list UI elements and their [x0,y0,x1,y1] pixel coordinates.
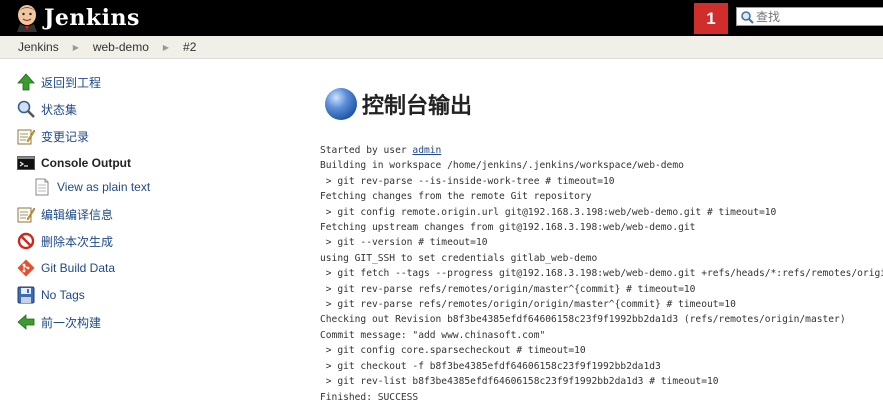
jenkins-logo[interactable]: Jenkins [14,3,140,33]
sidebar-item-no-tags[interactable]: No Tags [17,283,85,307]
console-line: Fetching changes from the remote Git rep… [320,191,592,203]
console-line: Checking out Revision b8f3be4385efdf6460… [320,314,846,326]
console-line: > git rev-parse refs/remotes/origin/mast… [320,283,696,295]
user-link-admin[interactable]: admin [412,145,441,156]
save-icon [17,286,35,304]
console-line: > git rev-list b8f3be4385efdf64606158c23… [320,376,719,388]
terminal-icon [17,154,35,172]
sidebar-item-delete-build[interactable]: 删除本次生成 [17,229,113,253]
git-icon [17,259,35,277]
sidebar-item-previous-build[interactable]: 前一次构建 [17,310,101,334]
sidebar-item-label[interactable]: 变更记录 [41,128,89,145]
console-line: > git checkout -f b8f3be4385efdf64606158… [320,360,661,372]
breadcrumb-build[interactable]: #2 [183,40,196,54]
console-line: Building in workspace /home/jenkins/.jen… [320,160,684,172]
sidebar-item-label[interactable]: Console Output [41,156,131,170]
breadcrumb-separator-icon: ▶ [162,42,170,52]
app-name: Jenkins [44,5,140,31]
notepad-icon [17,127,35,145]
top-header: Jenkins 1 [0,0,883,36]
sidebar-item-status[interactable]: 状态集 [17,97,77,121]
sidebar-item-label[interactable]: 前一次构建 [41,314,101,331]
console-line: Commit message: "add www.chinasoft.com" [320,329,546,341]
console-line: > git rev-parse refs/remotes/origin/orig… [320,299,736,311]
sidebar-item-edit-build-info[interactable]: 编辑编译信息 [17,202,113,226]
search-box [736,7,883,26]
sidebar-item-back-to-project[interactable]: 返回到工程 [17,70,101,94]
console-line: > git rev-parse --is-inside-work-tree # … [320,175,615,187]
console-line: using GIT_SSH to set credentials gitlab_… [320,252,598,264]
sidebar-item-label[interactable]: 状态集 [41,101,77,118]
document-icon [33,178,51,196]
console-line: > git fetch --tags --progress git@192.16… [320,268,883,280]
sidebar-item-label[interactable]: View as plain text [57,180,150,194]
page-title-block: 控制台输出 [325,88,472,120]
console-output: Started by user admin Building in workspa… [320,143,883,405]
sidebar-item-git-build-data[interactable]: Git Build Data [17,256,115,280]
page-title: 控制台输出 [362,94,473,119]
notification-badge[interactable]: 1 [694,3,728,34]
console-started-prefix: Started by user [320,145,413,156]
sidebar-item-changes[interactable]: 变更记录 [17,124,89,148]
sidebar-item-label[interactable]: 返回到工程 [41,74,101,91]
breadcrumb: Jenkins ▶ web-demo ▶ #2 [0,36,883,59]
sidebar-item-console-output[interactable]: Console Output [17,151,131,175]
breadcrumb-jenkins[interactable]: Jenkins [18,40,59,54]
sidebar-item-label[interactable]: Git Build Data [41,261,115,275]
console-line: > git config core.sparsecheckout # timeo… [320,345,586,357]
breadcrumb-separator-icon: ▶ [72,42,79,52]
sidebar-item-plain-text[interactable]: View as plain text [33,175,150,199]
console-line-started: Started by user admin [320,143,883,158]
breadcrumb-web-demo[interactable]: web-demo [93,40,149,54]
search-input[interactable] [754,9,878,24]
left-arrow-icon [17,313,35,331]
up-arrow-icon [17,73,35,91]
notepad-icon [17,205,35,223]
console-line: > git config remote.origin.url git@192.1… [320,206,777,218]
console-orb-icon [325,88,357,120]
jenkins-butler-icon [14,4,40,32]
sidebar-item-label[interactable]: No Tags [41,288,85,302]
search-icon [17,100,35,118]
console-line: > git --version # timeout=10 [320,237,488,249]
sidebar-item-label[interactable]: 删除本次生成 [41,233,113,250]
console-line: Fetching upstream changes from git@192.1… [320,222,696,234]
console-line: Finished: SUCCESS [320,391,419,403]
sidebar-item-label[interactable]: 编辑编译信息 [41,206,113,223]
search-icon [741,10,754,24]
no-entry-icon [17,232,35,250]
